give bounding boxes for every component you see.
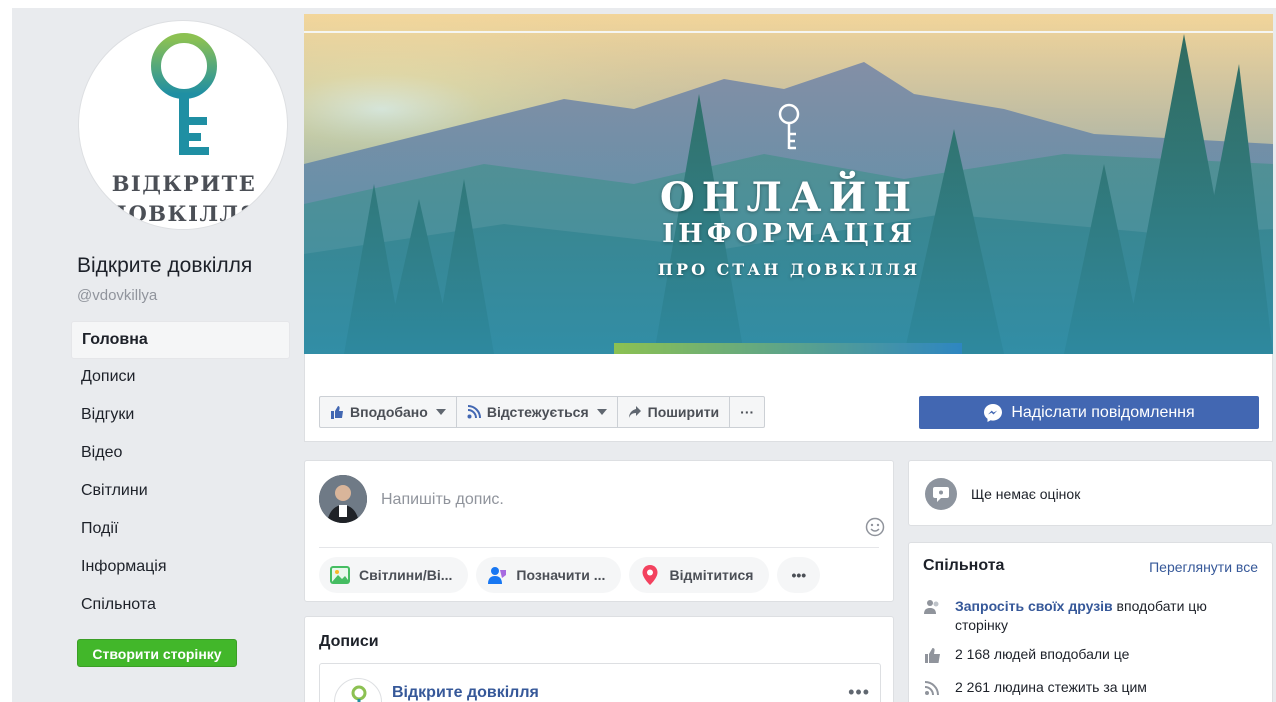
- check-in-label: Відмітитися: [669, 567, 754, 583]
- page-left-border: [0, 0, 12, 702]
- nav-item-reviews[interactable]: Відгуки: [71, 397, 290, 435]
- community-card: Спільнота Переглянути все Запросіть свої…: [908, 542, 1273, 702]
- check-in-button[interactable]: Відмітитися: [629, 557, 770, 593]
- likes-count: 2 168 людей вподобали це: [955, 646, 1130, 662]
- tag-people-label: Позначити ...: [516, 567, 606, 583]
- send-message-label: Надіслати повідомлення: [1011, 403, 1195, 421]
- more-options-button[interactable]: •••: [777, 557, 821, 593]
- nav-item-photos[interactable]: Світлини: [71, 473, 290, 511]
- photo-video-button[interactable]: Світлини/Ві...: [319, 557, 469, 593]
- cover-subheadline: ІНФОРМАЦІЯ: [662, 219, 916, 249]
- create-page-button[interactable]: Створити сторінку: [77, 639, 237, 667]
- page-username[interactable]: @vdovkillya: [77, 287, 157, 304]
- share-label: Поширити: [647, 404, 720, 420]
- thumbs-up-icon: [925, 648, 940, 663]
- post-author-avatar[interactable]: [334, 678, 382, 702]
- liked-button[interactable]: Вподобано: [320, 397, 457, 427]
- cover-photo[interactable]: ОНЛАЙН ІНФОРМАЦІЯ ПРО СТАН ДОВКІЛЛЯ: [304, 14, 1273, 354]
- location-pin-icon: [642, 565, 658, 585]
- page-actions-group: Вподобано Відстежується Поширити ···: [319, 396, 766, 428]
- see-all-link[interactable]: Переглянути все: [1149, 559, 1258, 575]
- logo-text-line1: ВІДКРИТЕ: [111, 171, 257, 196]
- left-sidebar: ВІДКРИТЕ ДОВКІЛЛЯ Відкрите довкілля @vdo…: [12, 8, 302, 702]
- cover-accent-bar: [614, 343, 962, 354]
- reviews-status: Ще немає оцінок: [971, 486, 1081, 502]
- follows-row: 2 261 людина стежить за цим: [923, 678, 1263, 697]
- logo-text-line2: ДОВКІЛЛЯ: [108, 201, 260, 226]
- post-options-button[interactable]: •••: [848, 682, 870, 702]
- nav-item-events[interactable]: Події: [71, 511, 290, 549]
- composer-divider: [319, 547, 879, 548]
- invite-friends-link[interactable]: Запросіть своїх друзів: [955, 598, 1113, 614]
- thumbs-up-icon: [331, 406, 343, 419]
- nav-item-videos[interactable]: Відео: [71, 435, 290, 473]
- follows-count: 2 261 людина стежить за цим: [955, 679, 1147, 695]
- composer-options: Світлини/Ві... Позначити ... Відмітитися…: [319, 557, 821, 593]
- post-composer: Напишіть допис. Світлини/Ві... Позначити…: [304, 460, 894, 602]
- chevron-down-icon: [596, 409, 607, 415]
- user-avatar[interactable]: [319, 475, 367, 523]
- cover-headline: ОНЛАЙН: [659, 174, 919, 221]
- page-profile-picture[interactable]: ВІДКРИТЕ ДОВКІЛЛЯ: [78, 20, 288, 230]
- liked-label: Вподобано: [350, 404, 428, 420]
- post-card: Відкрите довкілля •••: [319, 663, 881, 702]
- page-top-border: [0, 0, 1276, 8]
- smiley-icon[interactable]: [865, 517, 885, 537]
- community-heading: Спільнота: [923, 557, 1005, 574]
- following-label: Відстежується: [486, 404, 589, 420]
- posts-heading: Дописи: [319, 633, 379, 650]
- nav-item-posts[interactable]: Дописи: [71, 359, 290, 397]
- page-nav: Головна Дописи Відгуки Відео Світлини По…: [71, 321, 290, 625]
- more-actions-button[interactable]: ···: [730, 397, 764, 427]
- key-logo-icon: [351, 685, 367, 702]
- key-logo-icon: [151, 33, 217, 155]
- speech-bubble-icon: [925, 478, 957, 510]
- rss-icon: [924, 681, 939, 696]
- post-author-name[interactable]: Відкрите довкілля: [392, 684, 539, 702]
- nav-item-community[interactable]: Спільнота: [71, 587, 290, 625]
- photo-video-label: Світлини/Ві...: [359, 567, 453, 583]
- reviews-card: Ще немає оцінок: [908, 460, 1273, 526]
- send-message-button[interactable]: Надіслати повідомлення: [919, 396, 1259, 429]
- following-button[interactable]: Відстежується: [457, 397, 618, 427]
- invite-friends-row: Запросіть своїх друзів вподобати цю стор…: [923, 597, 1263, 635]
- page-action-bar: Вподобано Відстежується Поширити ··· Над…: [304, 354, 1273, 442]
- post-input[interactable]: Напишіть допис.: [381, 491, 504, 509]
- photo-icon: [330, 566, 350, 584]
- share-button[interactable]: Поширити: [618, 397, 731, 427]
- nav-item-home[interactable]: Головна: [71, 321, 290, 359]
- page-title[interactable]: Відкрите довкілля: [77, 254, 252, 278]
- likes-row: 2 168 людей вподобали це: [923, 645, 1263, 664]
- rss-icon: [467, 405, 481, 419]
- messenger-icon: [984, 403, 1003, 422]
- share-arrow-icon: [628, 406, 641, 418]
- posts-section: Дописи Відкрите довкілля •••: [304, 616, 894, 702]
- chevron-down-icon: [435, 409, 446, 415]
- people-icon: [924, 600, 939, 614]
- user-photo: [319, 475, 367, 523]
- tag-people-icon: [488, 567, 507, 584]
- nav-item-about[interactable]: Інформація: [71, 549, 290, 587]
- tag-people-button[interactable]: Позначити ...: [476, 557, 622, 593]
- cover-caption: ПРО СТАН ДОВКІЛЛЯ: [657, 260, 921, 279]
